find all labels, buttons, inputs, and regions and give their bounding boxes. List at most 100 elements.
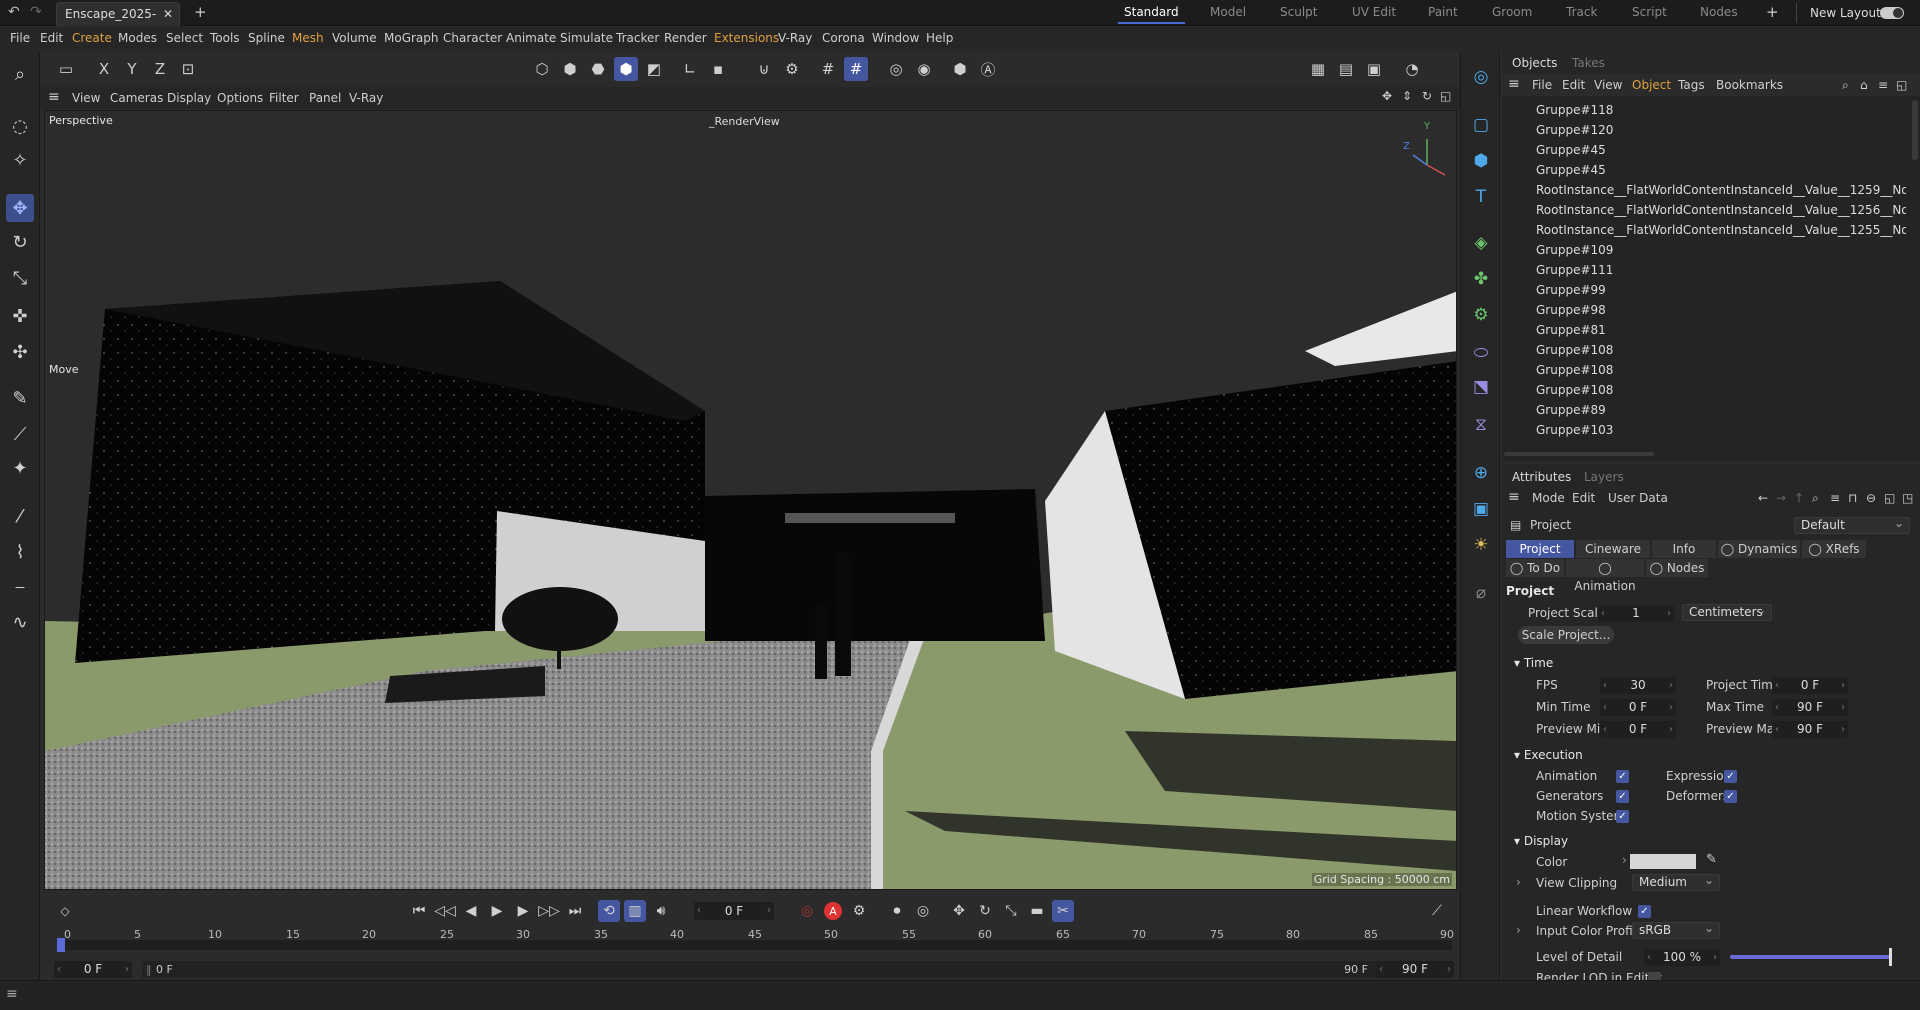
- deformers-checkbox[interactable]: ✓: [1724, 790, 1737, 803]
- tab-objects[interactable]: Objects: [1512, 56, 1557, 70]
- viewport-menu-cameras[interactable]: Cameras: [110, 91, 163, 105]
- menu-simulate[interactable]: Simulate: [560, 31, 613, 45]
- polygon-pen-icon[interactable]: ⟋: [6, 420, 34, 448]
- layout-tab-groom[interactable]: Groom: [1492, 5, 1532, 19]
- preset-select[interactable]: Default: [1794, 516, 1910, 534]
- environment-icon[interactable]: ⊕: [1468, 460, 1494, 486]
- section-time[interactable]: ▾ Time: [1514, 656, 1553, 670]
- z-axis-lock-icon[interactable]: Z: [148, 57, 172, 81]
- list-item[interactable]: ▲Gruppe#118: [1536, 100, 1906, 120]
- menu-animate[interactable]: Animate: [506, 31, 556, 45]
- range-end-field[interactable]: ‹ 90 F ›: [1376, 961, 1454, 978]
- key-position-icon[interactable]: ✥: [948, 900, 970, 922]
- menu-create[interactable]: Create: [72, 31, 112, 45]
- generators-checkbox[interactable]: ✓: [1616, 790, 1629, 803]
- tab-info[interactable]: Info: [1652, 540, 1716, 558]
- linear-workflow-checkbox[interactable]: ✓: [1638, 905, 1651, 918]
- transform-tool-icon[interactable]: ✜: [6, 302, 34, 330]
- project-scale-unit-select[interactable]: Centimeters: [1682, 603, 1772, 621]
- menu-mesh[interactable]: Mesh: [292, 31, 324, 45]
- home-icon[interactable]: ⌂: [1860, 78, 1868, 92]
- layout-tab-uv-edit[interactable]: UV Edit: [1352, 5, 1396, 19]
- maximize-view-icon[interactable]: ◱: [1440, 89, 1451, 103]
- list-item[interactable]: ▲Gruppe#98: [1536, 300, 1906, 320]
- preview-range-icon[interactable]: ▥: [624, 900, 646, 922]
- snap-transform-icon[interactable]: ✣: [6, 338, 34, 366]
- timeline-expand-icon[interactable]: ⟋: [1426, 900, 1448, 922]
- play-icon[interactable]: ▶: [486, 900, 508, 922]
- project-time-field[interactable]: ‹ 0 F ›: [1772, 677, 1848, 694]
- layout-tab-nodes[interactable]: Nodes: [1700, 5, 1738, 19]
- next-frame-icon[interactable]: ▶: [512, 900, 534, 922]
- menu-modes[interactable]: Modes: [118, 31, 157, 45]
- object-mode-icon[interactable]: ⬢: [614, 57, 638, 81]
- uv-mode-icon[interactable]: ◩: [642, 57, 666, 81]
- keyframe-settings-icon[interactable]: ⚙: [848, 900, 870, 922]
- tab-project[interactable]: Project: [1506, 540, 1574, 558]
- list-item[interactable]: ▲Gruppe#81: [1536, 320, 1906, 340]
- hamburger-icon[interactable]: ≡: [6, 986, 18, 1002]
- up-arrow-icon[interactable]: ↑: [1794, 491, 1804, 505]
- coordinate-system-icon[interactable]: ⊡: [176, 57, 200, 81]
- expression-checkbox[interactable]: ✓: [1724, 770, 1737, 783]
- forward-arrow-icon[interactable]: →: [1776, 491, 1786, 505]
- attributes-menu-mode[interactable]: Mode: [1532, 491, 1565, 505]
- text-object-icon[interactable]: T: [1468, 184, 1494, 210]
- document-tab[interactable]: Enscape_2025-06... ✕: [56, 2, 180, 43]
- tweak-icon[interactable]: ✧: [6, 146, 34, 174]
- render-picture-viewer-icon[interactable]: ▤: [1334, 57, 1358, 81]
- render-lod-checkbox[interactable]: [1648, 972, 1661, 980]
- paint-icon[interactable]: ⌇: [6, 538, 34, 566]
- move-tool-icon[interactable]: ✥: [6, 194, 34, 222]
- loop-icon[interactable]: ⟲: [598, 900, 620, 922]
- camera-icon[interactable]: ▣: [1468, 496, 1494, 522]
- pan-icon[interactable]: ✥: [1382, 89, 1392, 103]
- list-item[interactable]: ▲Gruppe#108: [1536, 380, 1906, 400]
- menu-select[interactable]: Select: [166, 31, 203, 45]
- filter-icon[interactable]: ≡: [1830, 491, 1840, 505]
- list-item[interactable]: ▲Gruppe#120: [1536, 120, 1906, 140]
- model-mode-icon[interactable]: ▭: [54, 57, 78, 81]
- section-execution[interactable]: ▾ Execution: [1514, 748, 1583, 762]
- menu-extensions[interactable]: Extensions: [714, 31, 779, 45]
- range-start-field[interactable]: ‹ 0 F ›: [54, 961, 132, 978]
- layout-tab-paint[interactable]: Paint: [1428, 5, 1458, 19]
- viewport-menu-vray[interactable]: V-Ray: [349, 91, 383, 105]
- expand-arrow-icon[interactable]: ›: [1516, 875, 1521, 889]
- fps-field[interactable]: ‹ 30 ›: [1600, 677, 1676, 694]
- spline-pen-icon[interactable]: ✎: [6, 384, 34, 412]
- render-target-icon[interactable]: ◉: [912, 57, 936, 81]
- render-region-icon[interactable]: ◎: [884, 57, 908, 81]
- cube-object-icon[interactable]: ⬢: [1468, 148, 1494, 174]
- viewport-menu-panel[interactable]: Panel: [309, 91, 341, 105]
- snap-enable-icon[interactable]: #: [844, 57, 868, 81]
- record-disabled-icon[interactable]: ◎: [796, 900, 818, 922]
- level-of-detail-field[interactable]: ‹ 100 % ›: [1644, 949, 1720, 966]
- menu-mograph[interactable]: MoGraph: [384, 31, 439, 45]
- key-point-icon[interactable]: ⏺: [886, 900, 908, 922]
- list-item[interactable]: ▲Gruppe#108: [1536, 360, 1906, 380]
- sculpt-icon[interactable]: ∿: [6, 608, 34, 636]
- maximize-icon[interactable]: ◱: [1896, 78, 1907, 92]
- tab-layers[interactable]: Layers: [1584, 470, 1624, 484]
- filter-icon[interactable]: ≡: [1878, 78, 1888, 92]
- range-handle-left[interactable]: ‖: [146, 961, 152, 978]
- motion-system-checkbox[interactable]: ✓: [1616, 810, 1629, 823]
- live-selection-icon[interactable]: ◌: [6, 112, 34, 140]
- animation-checkbox[interactable]: ✓: [1616, 770, 1629, 783]
- rotate-tool-icon[interactable]: ↻: [6, 228, 34, 256]
- list-item[interactable]: ▲Gruppe#99: [1536, 280, 1906, 300]
- range-slider[interactable]: ‖ 0 F 90 F ‖: [142, 961, 1388, 978]
- extra-icon[interactable]: ◳: [1902, 491, 1913, 505]
- viewport-menu-view[interactable]: View: [72, 91, 100, 105]
- list-item[interactable]: ▲Gruppe#103: [1536, 420, 1906, 440]
- layout-tab-sculpt[interactable]: Sculpt: [1280, 5, 1317, 19]
- layout-tab-standard[interactable]: Standard: [1118, 5, 1185, 24]
- eyedropper-icon[interactable]: ✎: [1706, 852, 1717, 867]
- scale-tool-icon[interactable]: ⤡: [6, 264, 34, 292]
- sound-icon[interactable]: 🔊︎: [650, 900, 672, 922]
- a-hex-icon[interactable]: Ⓐ: [976, 57, 1000, 81]
- field-icon[interactable]: ⬔: [1468, 374, 1494, 400]
- measure-icon[interactable]: ⎯: [6, 572, 34, 600]
- settings-icon[interactable]: ⚙: [780, 57, 804, 81]
